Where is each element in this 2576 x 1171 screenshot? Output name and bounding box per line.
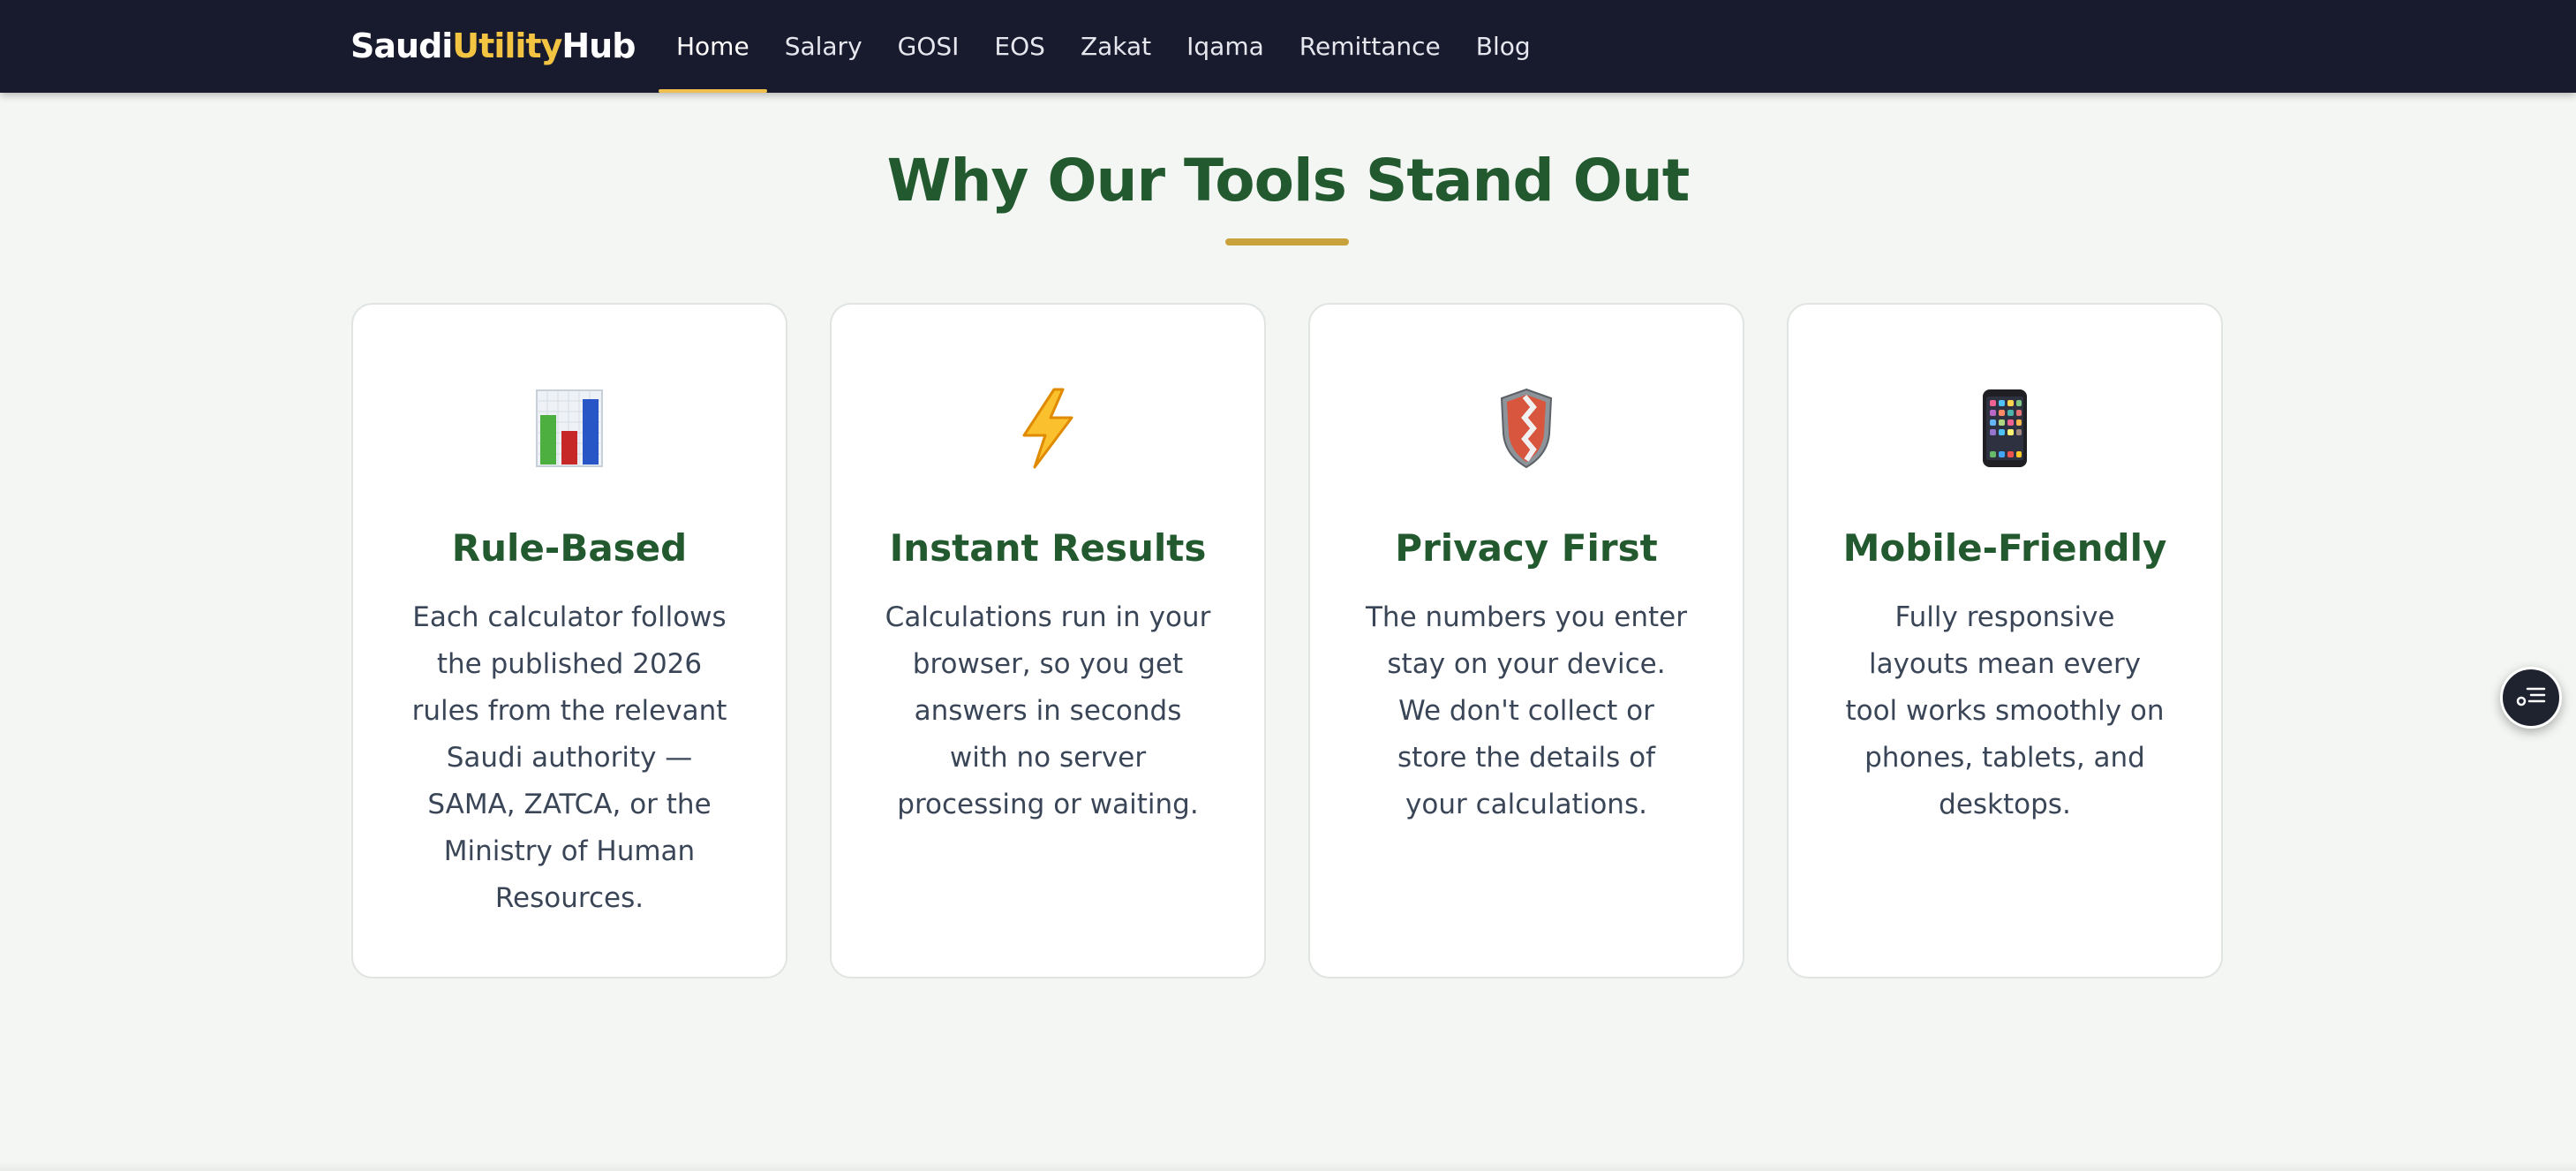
card-description: Calculations run in your browser, so you… xyxy=(885,601,1211,820)
card-title: Mobile-Friendly xyxy=(1842,526,2167,570)
bar-chart-icon xyxy=(353,375,786,481)
toc-list-icon xyxy=(2516,684,2546,713)
top-navbar: SaudiUtilityHub Home Salary GOSI EOS Zak… xyxy=(0,0,2576,93)
shield-icon xyxy=(1310,375,1743,481)
logo-text-saudi: Saudi xyxy=(350,26,453,65)
card-title: Privacy First xyxy=(1395,526,1658,570)
nav-link-zakat[interactable]: Zakat xyxy=(1063,0,1169,93)
nav-link-blog[interactable]: Blog xyxy=(1458,0,1548,93)
card-title: Rule-Based xyxy=(451,526,688,570)
nav-link-salary[interactable]: Salary xyxy=(767,0,880,93)
card-description: The numbers you enter stay on your devic… xyxy=(1365,601,1687,820)
site-logo[interactable]: SaudiUtilityHub xyxy=(350,23,636,69)
nav-link-home[interactable]: Home xyxy=(659,0,767,93)
table-of-contents-button[interactable] xyxy=(2500,667,2562,729)
title-underline xyxy=(1225,238,1349,246)
section-title: Why Our Tools Stand Out xyxy=(886,147,1691,215)
feature-card-mobile-friendly: Mobile-Friendly Fully responsive layouts… xyxy=(1787,303,2223,978)
nav-link-remittance[interactable]: Remittance xyxy=(1282,0,1458,93)
logo-text-hub: Hub xyxy=(561,26,636,65)
section-divider xyxy=(0,1162,2576,1171)
main-nav: Home Salary GOSI EOS Zakat Iqama Remitta… xyxy=(659,0,1548,93)
logo-text-utility: Utility xyxy=(452,26,562,65)
nav-link-iqama[interactable]: Iqama xyxy=(1169,0,1282,93)
lightning-icon xyxy=(832,375,1264,481)
card-description: Each calculator follows the published 20… xyxy=(411,601,727,914)
nav-link-gosi[interactable]: GOSI xyxy=(880,0,977,93)
mobile-phone-icon xyxy=(1789,375,2221,481)
nav-link-eos[interactable]: EOS xyxy=(976,0,1063,93)
feature-card-instant-results: Instant Results Calculations run in your… xyxy=(830,303,1266,978)
feature-card-rule-based: Rule-Based Each calculator follows the p… xyxy=(351,303,787,978)
feature-card-privacy-first: Privacy First The numbers you enter stay… xyxy=(1308,303,1744,978)
card-description: Fully responsive layouts mean every tool… xyxy=(1845,601,2165,820)
card-title: Instant Results xyxy=(889,526,1207,570)
